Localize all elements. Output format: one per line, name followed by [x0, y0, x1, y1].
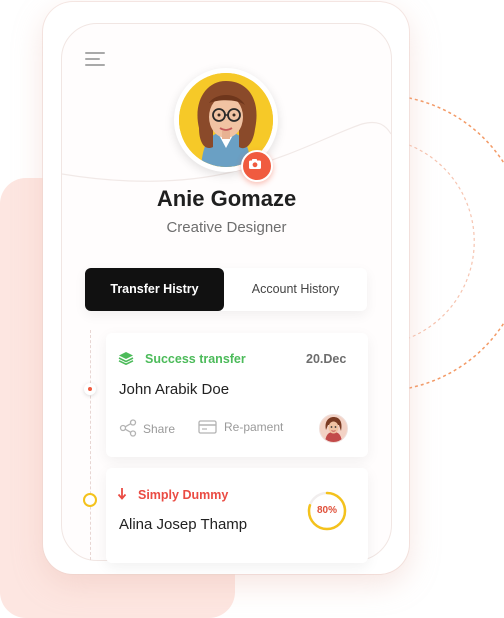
profile-role: Creative Designer — [166, 219, 287, 236]
repayment-button[interactable]: Re-pament — [224, 420, 283, 434]
arrow-down-icon — [117, 488, 127, 500]
stack-icon — [118, 352, 134, 365]
share-icon[interactable] — [119, 419, 137, 437]
tab-account-history[interactable]: Account History — [224, 268, 367, 311]
recipient-avatar — [319, 414, 348, 443]
camera-icon — [249, 159, 261, 169]
card-icon[interactable] — [198, 419, 218, 435]
transaction-person: Alina Josep Thamp — [119, 516, 248, 533]
timeline-dot — [83, 493, 97, 507]
transaction-person: John Arabik Doe — [119, 381, 230, 398]
tab-transfer-history[interactable]: Transfer Histry — [85, 268, 224, 311]
camera-button[interactable] — [241, 150, 273, 182]
transaction-date: 20.Dec — [306, 352, 347, 366]
share-button[interactable]: Share — [143, 422, 175, 436]
progress-label: 80% — [316, 505, 337, 516]
timeline-dot — [84, 383, 96, 395]
transaction-status: Simply Dummy — [138, 488, 229, 502]
menu-icon[interactable] — [85, 52, 105, 68]
transaction-status: Success transfer — [145, 352, 246, 366]
profile-name: Anie Gomaze — [156, 186, 297, 211]
history-tabs: Transfer Histry Account History — [85, 268, 367, 311]
timeline-line — [90, 330, 91, 560]
